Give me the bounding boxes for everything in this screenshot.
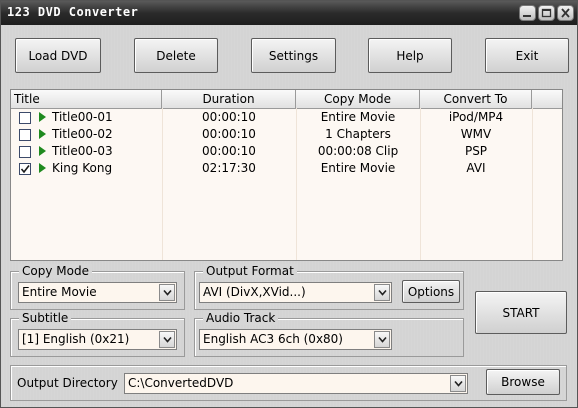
copy-mode-label: Copy Mode [19, 264, 92, 278]
column-header-duration[interactable]: Duration [162, 90, 296, 108]
column-header-title[interactable]: Title [11, 90, 162, 108]
row-checkbox[interactable] [19, 146, 31, 158]
output-format-label: Output Format [203, 264, 297, 278]
chevron-down-icon [163, 289, 172, 296]
help-button[interactable]: Help [368, 38, 452, 73]
chevron-down-icon [454, 380, 463, 387]
play-icon[interactable] [39, 112, 46, 122]
subtitle-select[interactable]: [1] English (0x21) [18, 329, 177, 350]
table-row[interactable]: Title00-02 00:00:10 1 Chapters WMV [11, 126, 562, 143]
browse-button[interactable]: Browse [486, 369, 560, 395]
output-directory-label: Output Directory [17, 376, 118, 390]
help-label: Help [396, 48, 424, 63]
play-icon[interactable] [39, 163, 46, 173]
minimize-button[interactable] [519, 5, 536, 21]
title-bar[interactable]: 123 DVD Converter [1, 1, 577, 25]
row-checkbox[interactable] [19, 163, 31, 175]
copy-mode-group: Copy Mode Entire Movie [10, 264, 185, 310]
row-copy-mode: Entire Movie [320, 110, 396, 124]
row-copy-mode: 00:00:08 Clip [317, 144, 399, 158]
output-format-select[interactable]: AVI (DivX,XVid...) [199, 282, 392, 303]
maximize-button[interactable] [538, 5, 555, 21]
row-checkbox[interactable] [19, 112, 31, 124]
dropdown-button[interactable] [159, 284, 175, 301]
output-directory-group: Output Directory C:\ConvertedDVD Browse [10, 365, 567, 401]
subtitle-label: Subtitle [19, 311, 72, 325]
table-row[interactable]: King Kong 02:17:30 Entire Movie AVI [11, 160, 562, 177]
row-checkbox[interactable] [19, 129, 31, 141]
exit-label: Exit [515, 48, 539, 63]
settings-button[interactable]: Settings [251, 38, 336, 73]
title-list[interactable]: Title Duration Copy Mode Convert To Titl… [10, 89, 563, 261]
row-title: Title00-01 [52, 110, 113, 124]
app-window: 123 DVD Converter Load DVD Delete Settin… [0, 0, 578, 408]
dropdown-button[interactable] [374, 331, 390, 348]
audio-track-select[interactable]: English AC3 6ch (0x80) [199, 329, 392, 350]
options-label: Options [407, 284, 455, 299]
exit-button[interactable]: Exit [485, 38, 569, 73]
output-format-value: AVI (DivX,XVid...) [203, 285, 306, 299]
start-label: START [502, 305, 540, 320]
audio-track-group: Audio Track English AC3 6ch (0x80) [194, 311, 464, 357]
output-directory-select[interactable]: C:\ConvertedDVD [124, 373, 468, 394]
window-title: 123 DVD Converter [7, 5, 139, 19]
row-copy-mode: Entire Movie [320, 161, 396, 175]
browse-label: Browse [501, 375, 545, 389]
chevron-down-icon [163, 336, 172, 343]
output-format-group: Output Format AVI (DivX,XVid...) Options [194, 264, 464, 310]
close-icon [561, 8, 570, 18]
play-icon[interactable] [39, 129, 46, 139]
dropdown-button[interactable] [159, 331, 175, 348]
row-convert-to: iPod/MP4 [448, 110, 504, 124]
column-header-blank [532, 90, 562, 108]
row-title: King Kong [52, 161, 113, 175]
checkmark-icon [20, 165, 30, 174]
column-header-copy-mode[interactable]: Copy Mode [296, 90, 420, 108]
table-row[interactable]: Title00-03 00:00:10 00:00:08 Clip PSP [11, 143, 562, 160]
close-button[interactable] [557, 5, 574, 21]
options-button[interactable]: Options [402, 280, 460, 303]
subtitle-group: Subtitle [1] English (0x21) [10, 311, 185, 357]
list-header: Title Duration Copy Mode Convert To [11, 90, 562, 109]
column-header-convert-to[interactable]: Convert To [420, 90, 532, 108]
table-row[interactable]: Title00-01 00:00:10 Entire Movie iPod/MP… [11, 109, 562, 126]
row-duration: 00:00:10 [202, 144, 256, 158]
load-dvd-label: Load DVD [28, 48, 88, 63]
play-icon[interactable] [39, 146, 46, 156]
row-duration: 00:00:10 [202, 110, 256, 124]
row-copy-mode: 1 Chapters [325, 127, 391, 141]
copy-mode-select[interactable]: Entire Movie [18, 282, 177, 303]
maximize-icon [541, 8, 552, 18]
output-directory-value: C:\ConvertedDVD [128, 376, 234, 390]
audio-track-label: Audio Track [203, 311, 279, 325]
chevron-down-icon [378, 289, 387, 296]
settings-label: Settings [268, 48, 319, 63]
row-duration: 00:00:10 [202, 127, 256, 141]
row-duration: 02:17:30 [202, 161, 256, 175]
delete-label: Delete [156, 48, 196, 63]
row-title: Title00-02 [52, 127, 113, 141]
row-convert-to: PSP [464, 144, 488, 158]
subtitle-value: [1] English (0x21) [22, 332, 130, 346]
dropdown-button[interactable] [450, 375, 466, 392]
delete-button[interactable]: Delete [134, 38, 218, 73]
row-convert-to: AVI [466, 161, 486, 175]
dropdown-button[interactable] [374, 284, 390, 301]
audio-track-value: English AC3 6ch (0x80) [203, 332, 343, 346]
load-dvd-button[interactable]: Load DVD [15, 38, 101, 73]
row-title: Title00-03 [52, 144, 113, 158]
minimize-icon [523, 15, 531, 17]
chevron-down-icon [378, 336, 387, 343]
start-button[interactable]: START [475, 291, 567, 334]
copy-mode-value: Entire Movie [22, 285, 97, 299]
row-convert-to: WMV [460, 127, 492, 141]
